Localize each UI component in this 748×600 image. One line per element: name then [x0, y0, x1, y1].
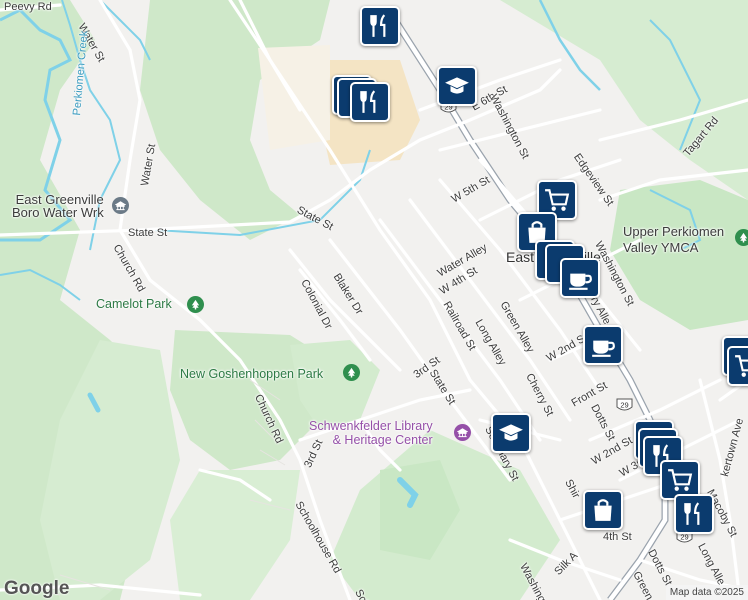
cafe-marker[interactable]: [583, 325, 623, 365]
park-icon[interactable]: [735, 229, 748, 246]
shopping-cart-marker[interactable]: [727, 346, 748, 386]
shopping-bag-marker[interactable]: [583, 490, 623, 530]
cafe-icon: [569, 273, 592, 290]
shopping-bag-icon: [594, 499, 612, 521]
school-icon: [499, 424, 523, 441]
restaurant-marker[interactable]: [674, 494, 714, 534]
place-label-new-goshenhoppen-park[interactable]: New Goshenhoppen Park: [180, 368, 323, 381]
route-shield: 29: [616, 398, 633, 413]
street-label-4th-st: 4th St: [603, 531, 632, 543]
google-logo: Google: [4, 578, 70, 599]
route-shield-number: 29: [620, 401, 628, 410]
street-label-peevy-rd: Peevy Rd: [4, 1, 52, 13]
place-label-water-works[interactable]: East Greenville Boro Water Wrk: [12, 193, 104, 219]
landmark-icon[interactable]: [112, 197, 129, 214]
map-attribution[interactable]: Map data ©2025: [665, 585, 748, 600]
map-canvas[interactable]: Peevy Rd Water St Perkiomen Creek Water …: [0, 0, 748, 600]
restaurant-marker[interactable]: [360, 6, 400, 46]
restaurant-icon: [684, 502, 700, 525]
street-label-state-st-west: State St: [128, 227, 168, 239]
restaurant-marker[interactable]: [350, 82, 390, 122]
place-label-ymca[interactable]: Upper Perkiomen Valley YMCA: [623, 224, 724, 255]
school-marker[interactable]: [491, 413, 531, 453]
place-label-schwenkfelder-library[interactable]: Schwenkfelder Library & Heritage Center: [309, 419, 433, 448]
cafe-icon: [592, 340, 615, 357]
school-icon: [445, 77, 469, 94]
shopping-cart-icon: [668, 469, 693, 491]
park-icon[interactable]: [187, 296, 204, 313]
museum-icon[interactable]: [454, 424, 471, 441]
shopping-cart-icon: [735, 355, 748, 377]
park-icon[interactable]: [343, 364, 360, 381]
cafe-marker[interactable]: [560, 258, 600, 298]
school-marker[interactable]: [437, 66, 477, 106]
restaurant-icon: [370, 14, 386, 37]
place-label-camelot-park[interactable]: Camelot Park: [96, 298, 172, 311]
shopping-cart-icon: [545, 189, 570, 211]
restaurant-icon: [360, 90, 376, 113]
